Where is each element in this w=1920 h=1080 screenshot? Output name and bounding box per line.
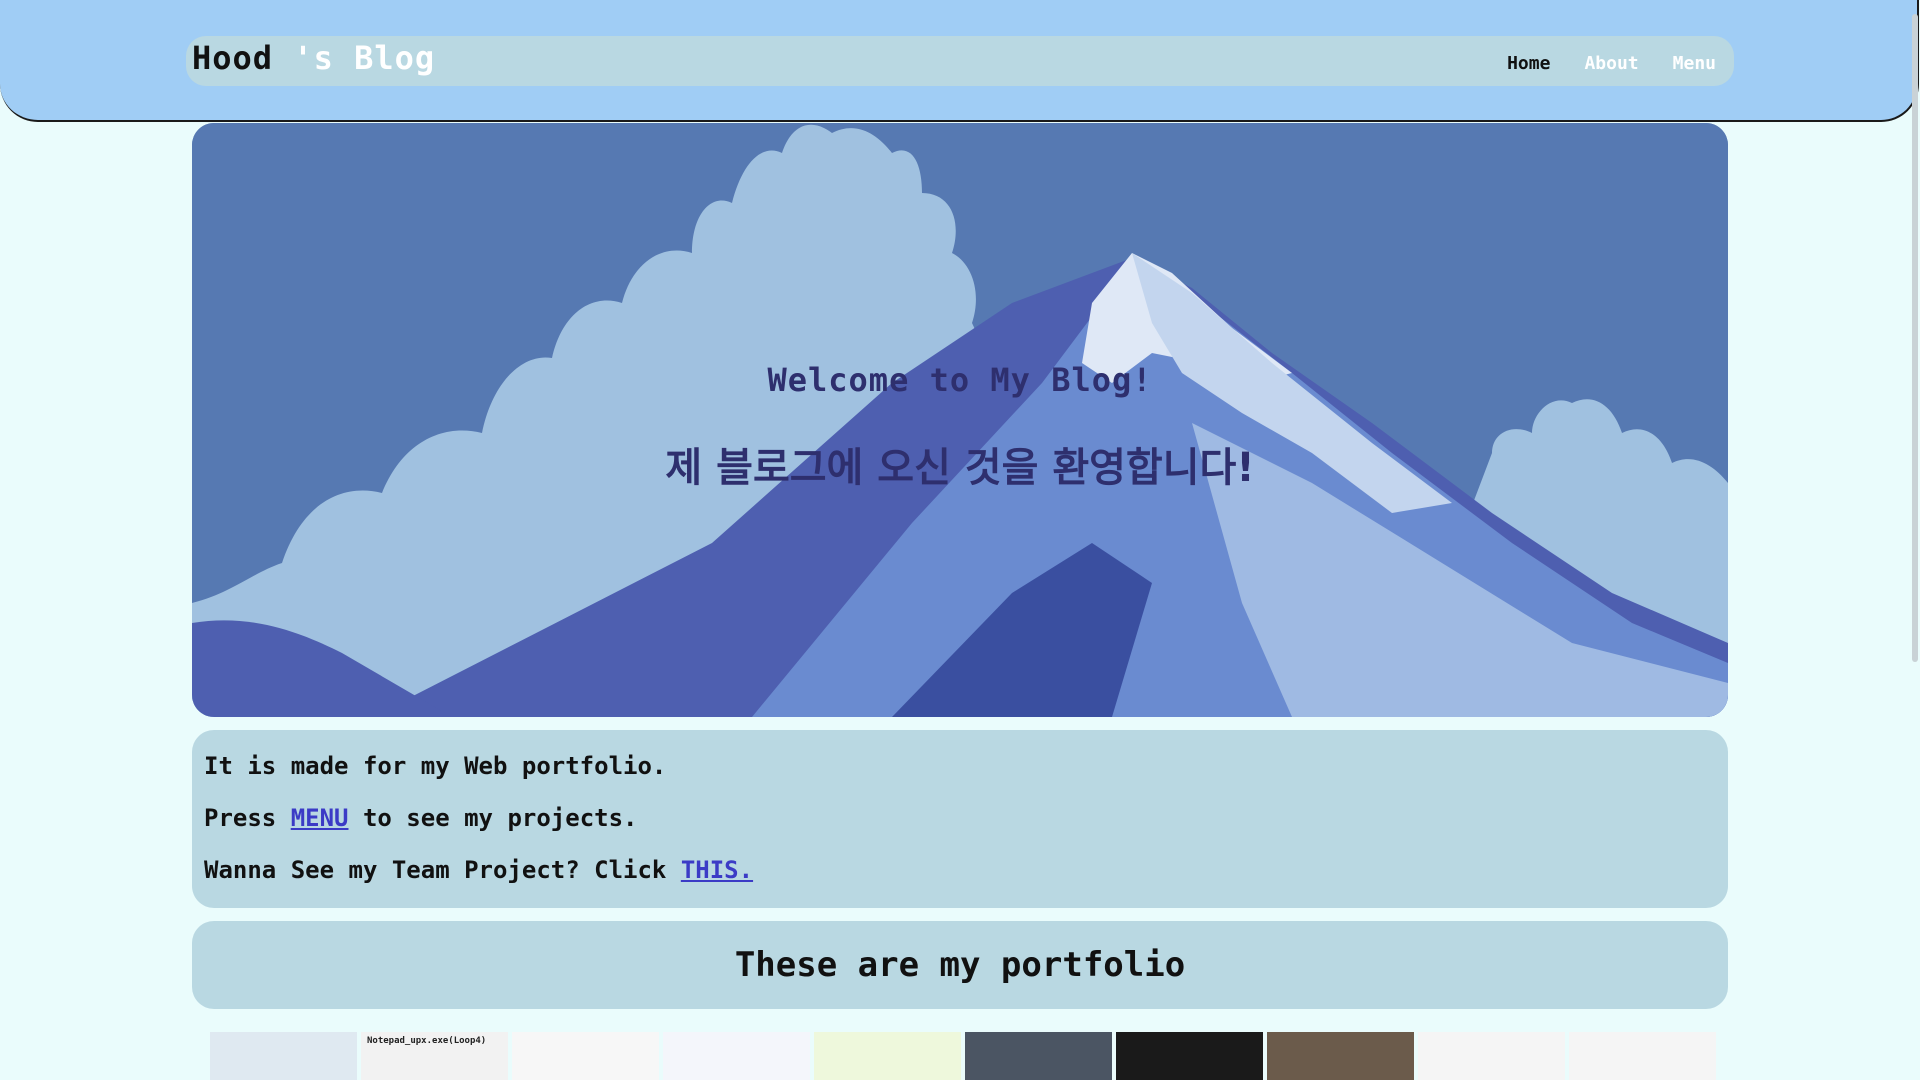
brand-suffix: 's Blog	[273, 39, 436, 77]
portfolio-thumbnails: Notepad_upx.exe(Loop4)	[210, 1032, 1716, 1080]
mountain-illustration	[192, 123, 1728, 717]
portfolio-thumbnail[interactable]	[965, 1032, 1112, 1080]
intro-text: Wanna See my Team Project? Click	[204, 856, 681, 884]
main-nav: Home About Menu	[1507, 53, 1716, 74]
header-bar: Hood 's Blog Home About Menu	[186, 36, 1734, 86]
brand-name: Hood	[192, 39, 274, 77]
portfolio-thumbnail[interactable]: Notepad_upx.exe(Loop4)	[361, 1032, 508, 1080]
portfolio-thumbnail[interactable]	[1569, 1032, 1716, 1080]
portfolio-thumbnail[interactable]	[663, 1032, 810, 1080]
nav-home[interactable]: Home	[1507, 53, 1550, 74]
menu-link[interactable]: MENU	[291, 804, 349, 832]
hero-title: Welcome to My Blog!	[767, 361, 1153, 399]
intro-text: Press	[204, 804, 291, 832]
scrollbar-thumb[interactable]	[1912, 14, 1918, 662]
intro-line-menu: Press MENU to see my projects.	[204, 804, 637, 832]
portfolio-thumbnail[interactable]	[210, 1032, 357, 1080]
portfolio-thumbnail[interactable]	[1418, 1032, 1565, 1080]
hero-banner: Welcome to My Blog! 제 블로그에 오신 것을 환영합니다!	[192, 123, 1728, 717]
portfolio-thumbnail[interactable]	[1267, 1032, 1414, 1080]
nav-about[interactable]: About	[1584, 53, 1638, 74]
intro-line-team: Wanna See my Team Project? Click THIS.	[204, 856, 753, 884]
site-logo[interactable]: Hood 's Blog	[192, 39, 435, 77]
hero-subtitle: 제 블로그에 오신 것을 환영합니다!	[665, 445, 1255, 491]
nav-menu[interactable]: Menu	[1673, 53, 1716, 74]
intro-line-portfolio: It is made for my Web portfolio.	[204, 752, 667, 780]
intro-text: to see my projects.	[348, 804, 638, 832]
thumbnail-caption: Notepad_upx.exe(Loop4)	[367, 1036, 487, 1046]
portfolio-thumbnail[interactable]	[512, 1032, 659, 1080]
portfolio-thumbnail[interactable]	[1116, 1032, 1263, 1080]
intro-panel: It is made for my Web portfolio. Press M…	[192, 730, 1728, 908]
portfolio-thumbnail[interactable]	[814, 1032, 961, 1080]
portfolio-heading: These are my portfolio	[192, 921, 1728, 1009]
team-project-link[interactable]: THIS.	[681, 856, 753, 884]
site-header: Hood 's Blog Home About Menu	[0, 0, 1919, 122]
